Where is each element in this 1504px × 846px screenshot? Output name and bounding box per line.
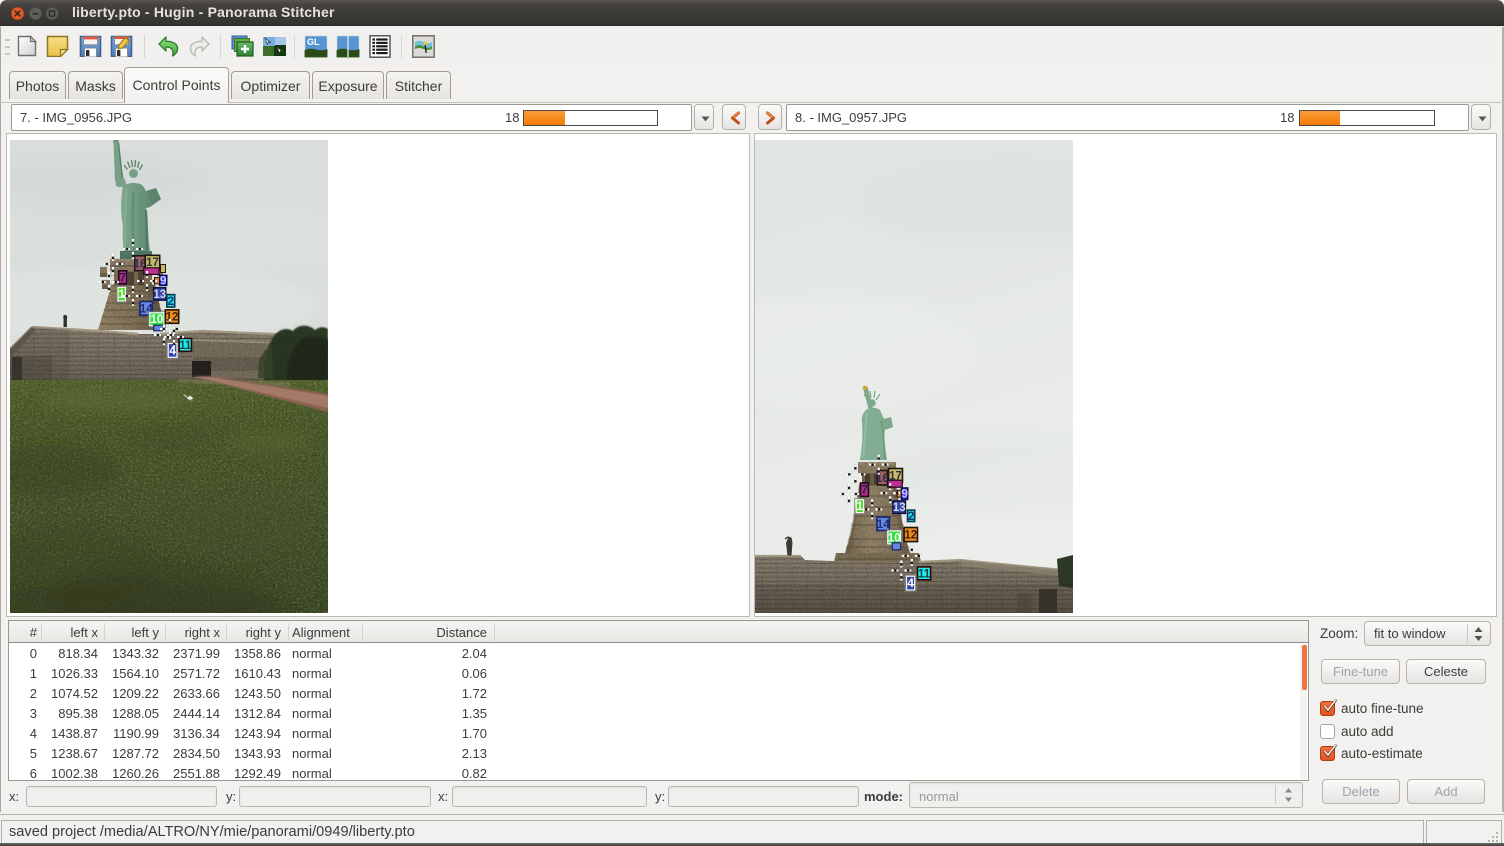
svg-text:2: 2 — [167, 294, 174, 308]
svg-text:12: 12 — [166, 312, 179, 324]
svg-text:7: 7 — [119, 270, 126, 284]
svg-text:10: 10 — [150, 314, 163, 326]
svg-text:1: 1 — [857, 499, 864, 513]
svg-text:11: 11 — [179, 340, 192, 352]
svg-text:1: 1 — [118, 287, 125, 301]
svg-text:11: 11 — [918, 568, 931, 580]
svg-text:9: 9 — [160, 273, 167, 287]
svg-text:7: 7 — [861, 483, 868, 497]
svg-text:12: 12 — [904, 530, 917, 542]
svg-text:13: 13 — [153, 289, 166, 301]
svg-text:2: 2 — [908, 509, 915, 523]
svg-text:9: 9 — [901, 487, 908, 501]
svg-text:13: 13 — [893, 502, 906, 514]
svg-text:4: 4 — [169, 343, 176, 357]
svg-text:GL: GL — [307, 37, 320, 47]
svg-text:4: 4 — [907, 576, 914, 590]
